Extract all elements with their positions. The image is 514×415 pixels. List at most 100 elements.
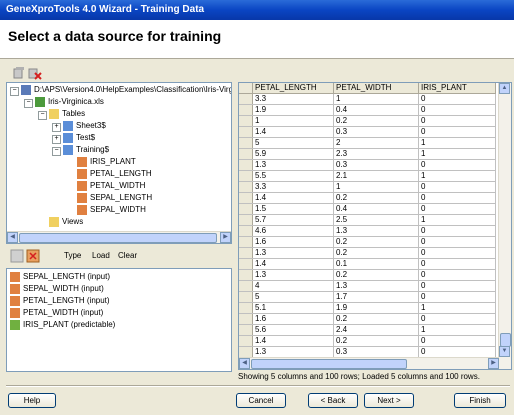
table-cell[interactable]: 0 [418,159,496,171]
table-cell[interactable]: 0 [418,335,496,347]
scroll-thumb[interactable] [19,233,217,243]
table-cell[interactable]: 1.6 [252,236,334,248]
table-cell[interactable]: 5 [252,137,334,149]
table-cell[interactable]: 0.4 [333,104,419,116]
row-header[interactable] [239,170,253,182]
row-header[interactable] [239,225,253,237]
table-row[interactable]: 521 [239,137,496,149]
table-cell[interactable]: 1.3 [333,225,419,237]
row-header[interactable] [239,104,253,116]
tree-item-file[interactable]: Iris-Virginica.xls [35,96,104,108]
table-cell[interactable]: 1 [333,93,419,105]
table-cell[interactable]: 1 [333,181,419,193]
table-cell[interactable]: 3.3 [252,181,334,193]
help-button[interactable]: Help [8,393,56,408]
table-cell[interactable]: 2.4 [333,324,419,336]
data-source-tree[interactable]: − D:\APS\Version4.0\HelpExamples\Classif… [6,82,232,244]
tree-item-root[interactable]: D:\APS\Version4.0\HelpExamples\Classific… [21,84,231,96]
table-cell[interactable]: 2.1 [333,170,419,182]
table-cell[interactable]: 0.3 [333,346,419,358]
variables-grid-icon[interactable] [10,249,24,263]
table-cell[interactable]: 0 [418,313,496,325]
list-item[interactable]: PETAL_LENGTH (input) [10,295,110,307]
cancel-button[interactable]: Cancel [236,393,286,408]
row-header[interactable] [239,324,253,336]
table-cell[interactable]: 4.6 [252,225,334,237]
table-cell[interactable]: 0.2 [333,236,419,248]
collapse-toggle-icon[interactable]: − [38,111,47,120]
row-header[interactable] [239,258,253,270]
tree-item-field[interactable]: SEPAL_WIDTH [77,204,146,216]
row-header[interactable] [239,137,253,149]
table-cell[interactable]: 1 [418,302,496,314]
row-header[interactable] [239,269,253,281]
table-cell[interactable]: 0 [418,93,496,105]
row-header[interactable] [239,159,253,171]
table-cell[interactable]: 0.4 [333,203,419,215]
list-item[interactable]: SEPAL_LENGTH (input) [10,271,110,283]
table-cell[interactable]: 5.6 [252,324,334,336]
table-cell[interactable]: 4 [252,280,334,292]
table-cell[interactable]: 0.2 [333,192,419,204]
collapse-toggle-icon[interactable]: − [10,87,19,96]
variables-list[interactable]: SEPAL_LENGTH (input) SEPAL_WIDTH (input)… [6,268,232,372]
clear-button[interactable]: Clear [118,251,137,260]
column-header[interactable]: PETAL_LENGTH [252,83,334,94]
table-cell[interactable]: 0 [418,203,496,215]
table-cell[interactable]: 1.5 [252,203,334,215]
table-cell[interactable]: 0 [418,236,496,248]
expand-toggle-icon[interactable]: + [52,123,61,132]
collapse-toggle-icon[interactable]: − [24,99,33,108]
table-cell[interactable]: 0 [418,280,496,292]
row-header[interactable] [239,181,253,193]
list-item[interactable]: IRIS_PLANT (predictable) [10,319,115,331]
table-row[interactable]: 5.6 2.4 1 [239,324,496,336]
scroll-left-icon[interactable]: ◀ [7,232,18,243]
table-cell[interactable]: 0 [418,291,496,303]
table-cell[interactable]: 1 [418,137,496,149]
list-item[interactable]: SEPAL_WIDTH (input) [10,283,104,295]
table-cell[interactable]: 1.9 [252,104,334,116]
table-cell[interactable]: 1.4 [252,126,334,138]
type-button[interactable]: Type [64,251,81,260]
row-header[interactable] [239,214,253,226]
table-row[interactable]: 1.4 0.3 0 [239,126,496,138]
scroll-right-icon[interactable]: ▶ [220,232,231,243]
table-row[interactable]: 5.5 2.1 1 [239,170,496,182]
row-header[interactable] [239,302,253,314]
table-cell[interactable]: 0 [418,126,496,138]
table-row[interactable]: 5 1.7 0 [239,291,496,303]
load-button[interactable]: Load [92,251,110,260]
column-header[interactable]: IRIS_PLANT [418,83,496,94]
table-cell[interactable]: 5.1 [252,302,334,314]
table-cell[interactable]: 1.9 [333,302,419,314]
table-cell[interactable]: 0.2 [333,269,419,281]
table-row[interactable]: 1.6 0.2 0 [239,236,496,248]
table-row[interactable]: 1.3 0.3 0 [239,159,496,171]
table-row[interactable]: 4.6 1.3 0 [239,225,496,237]
scroll-thumb[interactable] [500,333,511,347]
tree-item-field[interactable]: PETAL_WIDTH [77,180,145,192]
table-cell[interactable]: 0.1 [333,258,419,270]
table-cell[interactable]: 1.4 [252,335,334,347]
table-cell[interactable]: 0 [418,247,496,259]
table-cell[interactable]: 0 [418,192,496,204]
table-cell[interactable]: 1 [418,214,496,226]
variables-clear-icon[interactable] [26,249,40,263]
table-cell[interactable]: 0 [418,104,496,116]
table-cell[interactable]: 5.5 [252,170,334,182]
finish-button[interactable]: Finish [454,393,506,408]
data-grid[interactable]: PETAL_LENGTH PETAL_WIDTH IRIS_PLANT 3.3 1… [238,82,512,370]
table-cell[interactable]: 1 [252,115,334,127]
table-row[interactable]: 1.3 0.2 0 [239,247,496,259]
table-cell[interactable]: 0 [418,225,496,237]
row-header[interactable] [239,280,253,292]
row-header[interactable] [239,192,253,204]
table-cell[interactable]: 0 [418,258,496,270]
row-header[interactable] [239,346,253,358]
list-item[interactable]: PETAL_WIDTH (input) [10,307,103,319]
table-cell[interactable]: 5 [252,291,334,303]
table-row[interactable]: 4 1.3 0 [239,280,496,292]
table-cell[interactable]: 1.3 [252,269,334,281]
column-header[interactable]: PETAL_WIDTH [333,83,419,94]
